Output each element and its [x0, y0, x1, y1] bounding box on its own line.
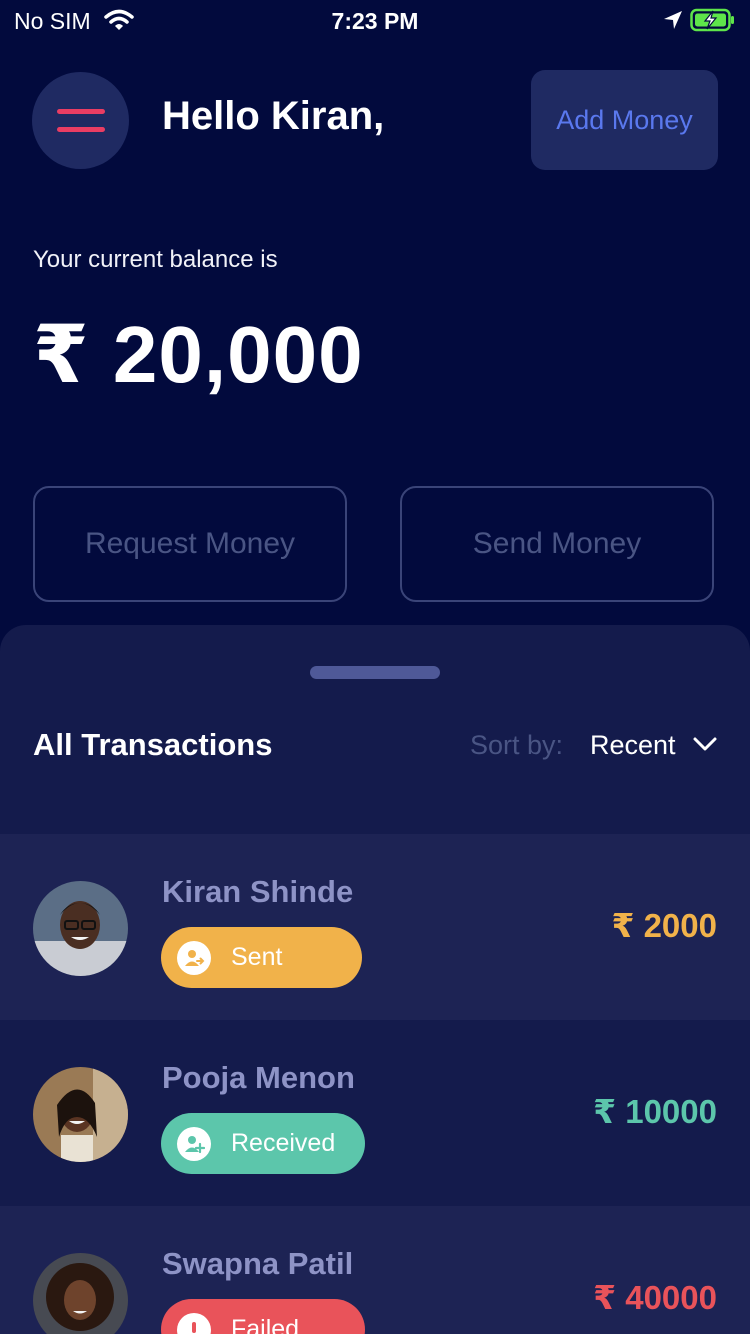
avatar [33, 1253, 128, 1334]
clock-time: 7:23 PM [331, 8, 419, 34]
status-badge: Failed [161, 1299, 365, 1334]
transaction-row[interactable]: Pooja Menon Received ₹ 10000 [0, 1020, 750, 1206]
greeting-title: Hello Kiran, [162, 94, 385, 138]
balance-label: Your current balance is [33, 246, 278, 273]
status-text: Received [231, 1129, 336, 1157]
send-money-button[interactable]: Send Money [400, 486, 714, 602]
transactions-title: All Transactions [33, 727, 273, 762]
status-badge: Received [161, 1113, 365, 1174]
sort-dropdown[interactable]: Recent [590, 730, 676, 761]
balance-amount: ₹ 20,000 [33, 310, 364, 399]
transaction-name: Swapna Patil [162, 1246, 354, 1281]
menu-button[interactable] [32, 72, 129, 169]
status-text: Failed [231, 1315, 300, 1334]
user-add-icon [177, 1126, 211, 1161]
transaction-amount: ₹ 40000 [593, 1279, 717, 1316]
add-money-button[interactable]: Add Money [531, 70, 718, 170]
sort-label: Sort by: [470, 730, 564, 760]
user-send-icon [177, 940, 211, 975]
transaction-name: Kiran Shinde [162, 874, 354, 909]
transaction-amount: ₹ 2000 [611, 907, 717, 944]
avatar [33, 881, 128, 976]
sheet-drag-handle[interactable] [310, 666, 440, 679]
transaction-name: Pooja Menon [162, 1060, 355, 1095]
menu-icon-bar-top [57, 109, 105, 114]
transactions-sheet: All Transactions Sort by: Recent Kiran S… [0, 625, 750, 1334]
location-arrow-icon [662, 9, 684, 36]
status-bar: No SIM 7:23 PM [0, 0, 750, 42]
chevron-down-icon[interactable] [692, 735, 718, 758]
transaction-amount: ₹ 10000 [593, 1093, 717, 1130]
menu-icon-bar-bottom [57, 127, 105, 132]
transaction-row[interactable]: Swapna Patil Failed ₹ 40000 [0, 1206, 750, 1334]
status-badge: Sent [161, 927, 362, 988]
battery-charging-icon [690, 8, 736, 37]
transaction-row[interactable]: Kiran Shinde Sent ₹ 2000 [0, 834, 750, 1020]
avatar [33, 1067, 128, 1162]
status-text: Sent [231, 943, 283, 971]
alert-icon [177, 1312, 211, 1334]
request-money-button[interactable]: Request Money [33, 486, 347, 602]
